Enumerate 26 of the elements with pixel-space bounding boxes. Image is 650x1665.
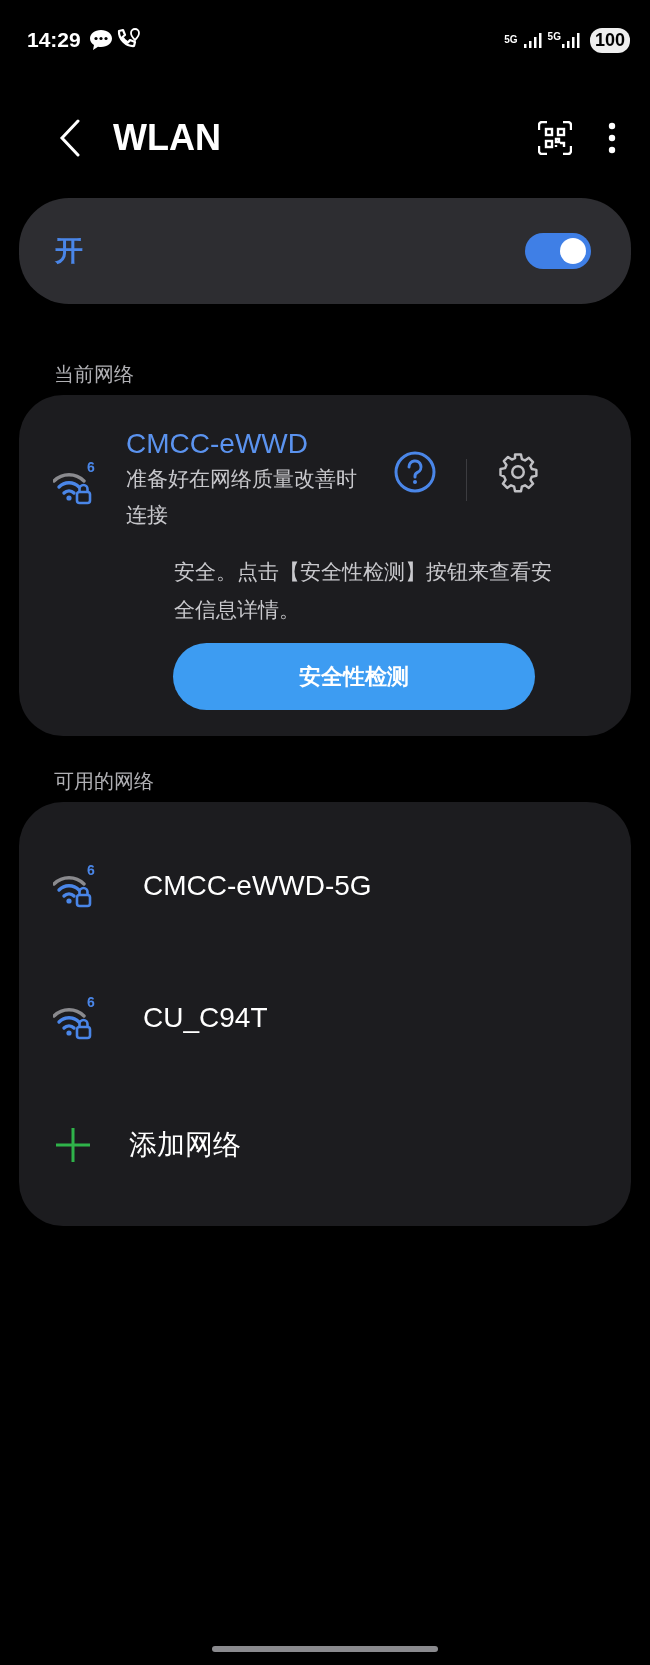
network-name[interactable]: CMCC-eWWD bbox=[126, 427, 366, 461]
wifi-standard-label: 6 bbox=[87, 994, 95, 1010]
network-item[interactable]: 6 CU_C94T bbox=[19, 952, 631, 1084]
switch-label: 开 bbox=[55, 234, 84, 268]
section-heading: 可用的网络 bbox=[54, 769, 155, 794]
wifi-standard-label: 6 bbox=[87, 459, 95, 475]
network-name: CU_C94T bbox=[143, 1002, 268, 1034]
signal-bars-icon bbox=[523, 32, 542, 48]
battery-level: 100 bbox=[589, 27, 630, 53]
settings-button[interactable] bbox=[497, 451, 539, 493]
signal-bars-icon bbox=[561, 32, 580, 48]
wifi-standard-label: 6 bbox=[87, 862, 95, 878]
security-note: 安全。点击【安全性检测】按钮来查看安全信息详情。 bbox=[174, 559, 553, 623]
page-title: WLAN bbox=[113, 116, 222, 159]
network-name: CMCC-eWWD-5G bbox=[143, 870, 372, 902]
chat-bubble-icon bbox=[88, 29, 113, 51]
plus-icon bbox=[55, 1127, 91, 1163]
network-status: 准备好在网络质量改善时连接 bbox=[126, 466, 358, 528]
section-heading: 当前网络 bbox=[54, 362, 135, 387]
network-type-label: 5G bbox=[547, 31, 561, 42]
clock-time: 14:29 bbox=[27, 28, 81, 52]
network-item[interactable]: 6 CMCC-eWWD-5G bbox=[19, 820, 631, 952]
wlan-toggle[interactable] bbox=[525, 233, 591, 269]
help-icon[interactable] bbox=[394, 451, 436, 493]
network-type-label: 5G bbox=[504, 35, 518, 45]
add-network-button[interactable]: 添加网络 bbox=[19, 1084, 631, 1206]
